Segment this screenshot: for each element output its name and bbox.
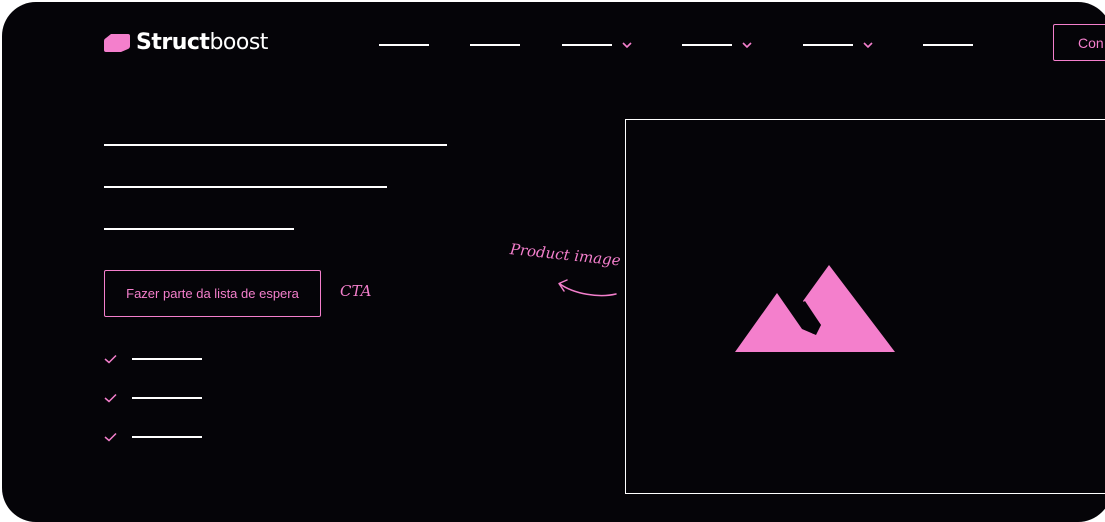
check-icon — [104, 432, 117, 442]
nav-item-4-label-placeholder — [682, 44, 732, 46]
product-image-annotation: Product image — [509, 240, 622, 270]
nav-item-2-label-placeholder — [470, 44, 520, 46]
feature-item-2-text-placeholder — [132, 397, 202, 399]
nav-item-4[interactable] — [682, 34, 752, 56]
hero-heading-line-2 — [104, 186, 387, 188]
chevron-down-icon — [622, 42, 632, 49]
header-cta-button[interactable]: Con — [1053, 24, 1105, 61]
nav-item-6[interactable] — [923, 34, 973, 56]
check-icon — [104, 354, 117, 364]
product-image-placeholder — [625, 119, 1105, 494]
nav-item-3[interactable] — [562, 34, 632, 56]
feature-item-1-text-placeholder — [132, 358, 202, 360]
feature-item-2 — [104, 393, 202, 403]
logo-text-bold: Struct — [136, 30, 210, 55]
logo-text: Structboost — [136, 32, 268, 54]
chevron-down-icon — [742, 42, 752, 49]
logo-mark-icon — [104, 34, 130, 52]
nav-item-3-label-placeholder — [562, 44, 612, 46]
nav-item-1-label-placeholder — [379, 44, 429, 46]
hero-heading-line-3 — [104, 228, 294, 230]
page-frame: Structboost Con Fazer parte da lista de … — [2, 2, 1105, 522]
check-icon — [104, 393, 117, 403]
feature-item-3-text-placeholder — [132, 436, 202, 438]
nav-item-2[interactable] — [470, 34, 520, 56]
waitlist-cta-button[interactable]: Fazer parte da lista de espera — [104, 270, 321, 317]
chevron-down-icon — [863, 42, 873, 49]
feature-item-1 — [104, 354, 202, 364]
logo-text-light: boost — [209, 30, 268, 55]
hero-heading-line-1 — [104, 144, 447, 146]
feature-item-3 — [104, 432, 202, 442]
mountain-image-icon — [735, 265, 895, 352]
logo[interactable]: Structboost — [104, 32, 268, 54]
nav-item-5[interactable] — [803, 34, 873, 56]
nav-item-5-label-placeholder — [803, 44, 853, 46]
curved-arrow-icon — [558, 279, 617, 297]
nav-item-6-label-placeholder — [923, 44, 973, 46]
cta-annotation: CTA — [340, 282, 372, 300]
nav-item-1[interactable] — [379, 34, 429, 56]
